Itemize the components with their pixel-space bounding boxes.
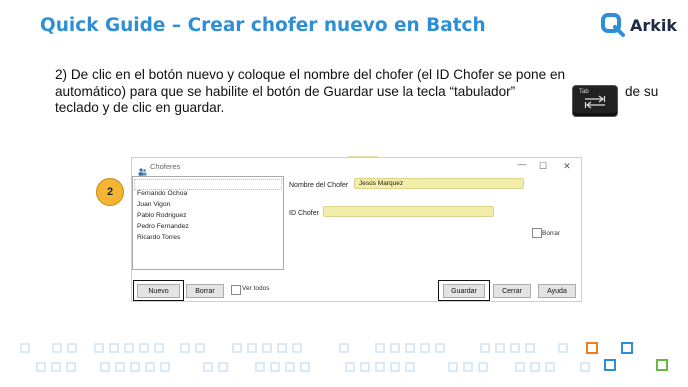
nombre-chofer-label: Nombre del Chofer <box>289 182 349 189</box>
minimize-icon[interactable]: — <box>515 159 529 169</box>
decorative-square <box>360 362 370 372</box>
decorative-square <box>66 362 76 372</box>
decorative-square <box>545 362 555 372</box>
decorative-square <box>375 343 385 353</box>
decorative-square <box>67 343 77 353</box>
list-selection-row[interactable] <box>134 179 282 190</box>
id-chofer-field[interactable] <box>323 206 494 217</box>
window-titlebar[interactable]: Choferes — ☐ ✕ <box>132 158 581 176</box>
decorative-square <box>480 343 490 353</box>
decorative-square <box>515 362 525 372</box>
instruction-line-1: 2) De clic en el botón nuevo y coloque e… <box>55 67 566 82</box>
id-chofer-label: ID Chofer <box>289 210 319 217</box>
decorative-square <box>124 343 134 353</box>
borrar-button[interactable]: Borrar <box>186 284 224 298</box>
decorative-square <box>100 362 110 372</box>
decorative-square <box>405 343 415 353</box>
decorative-square <box>285 362 295 372</box>
decorative-square <box>405 362 415 372</box>
decorative-square <box>345 362 355 372</box>
guardar-button-highlight <box>438 280 490 301</box>
ver-todos-checkbox[interactable] <box>231 285 241 295</box>
decorative-square <box>139 343 149 353</box>
borrar-checkbox-label: Borrar <box>542 230 561 237</box>
arkik-logo: Arkik <box>600 12 677 38</box>
decorative-square <box>115 362 125 372</box>
decorative-square <box>656 359 668 371</box>
list-item[interactable]: Ricardo Torres <box>137 234 180 241</box>
decorative-square <box>604 359 616 371</box>
ayuda-button[interactable]: Ayuda <box>538 284 576 298</box>
decorative-square <box>218 362 228 372</box>
decorative-square <box>300 362 310 372</box>
cerrar-button[interactable]: Cerrar <box>493 284 531 298</box>
decorative-square <box>292 343 302 353</box>
choferes-window: Choferes — ☐ ✕ Fernando Ochoa Juan Vigon… <box>131 157 582 302</box>
decorative-square <box>435 343 445 353</box>
decorative-square <box>478 362 488 372</box>
decorative-square <box>203 362 213 372</box>
decorative-square <box>448 362 458 372</box>
ver-todos-label: Ver todos <box>242 285 270 292</box>
decorative-square <box>20 343 30 353</box>
decorative-square <box>195 343 205 353</box>
nombre-chofer-field[interactable]: Jesús Marquez <box>354 178 524 189</box>
decorative-square <box>130 362 140 372</box>
decorative-square <box>339 343 349 353</box>
decorative-square <box>180 343 190 353</box>
decorative-square <box>420 343 430 353</box>
decorative-square <box>154 343 164 353</box>
decorative-square <box>109 343 119 353</box>
decorative-square <box>145 362 155 372</box>
maximize-icon[interactable]: ☐ <box>536 161 550 172</box>
instruction-end: de su <box>625 83 659 99</box>
list-item[interactable]: Fernando Ochoa <box>137 190 187 197</box>
decorative-square <box>530 362 540 372</box>
decorative-square <box>558 343 568 353</box>
decorative-square <box>390 362 400 372</box>
decorative-square <box>270 362 280 372</box>
logo-text: Arkik <box>630 15 678 35</box>
decorative-square <box>495 343 505 353</box>
decorative-square <box>36 362 46 372</box>
decorative-square <box>525 343 535 353</box>
decorative-square <box>94 343 104 353</box>
close-icon[interactable]: ✕ <box>560 161 574 172</box>
step-badge: 2 <box>96 178 124 206</box>
decorative-square <box>247 343 257 353</box>
decorative-square <box>52 343 62 353</box>
decorative-square <box>277 343 287 353</box>
choferes-list[interactable]: Fernando Ochoa Juan Vigon Pablo Rodrigue… <box>132 176 284 270</box>
decorative-square <box>621 342 633 354</box>
list-item[interactable]: Pedro Fernandez <box>137 223 189 230</box>
decorative-square <box>262 343 272 353</box>
slide-title: Quick Guide – Crear chofer nuevo en Batc… <box>40 15 486 36</box>
arkik-logo-icon <box>600 12 626 38</box>
borrar-checkbox[interactable] <box>532 228 542 238</box>
decorative-square <box>232 343 242 353</box>
nuevo-button-highlight <box>133 280 184 301</box>
decorative-square <box>51 362 61 372</box>
list-item[interactable]: Juan Vigon <box>137 201 170 208</box>
decorative-square <box>160 362 170 372</box>
window-title: Choferes <box>150 162 181 171</box>
tab-key-icon: Tab <box>572 85 618 117</box>
decorative-square <box>586 342 598 354</box>
decorative-square <box>463 362 473 372</box>
decorative-square <box>390 343 400 353</box>
decorative-square <box>510 343 520 353</box>
decorative-square <box>375 362 385 372</box>
decorative-square <box>580 362 590 372</box>
decorative-square <box>255 362 265 372</box>
list-item[interactable]: Pablo Rodriguez <box>137 212 186 219</box>
